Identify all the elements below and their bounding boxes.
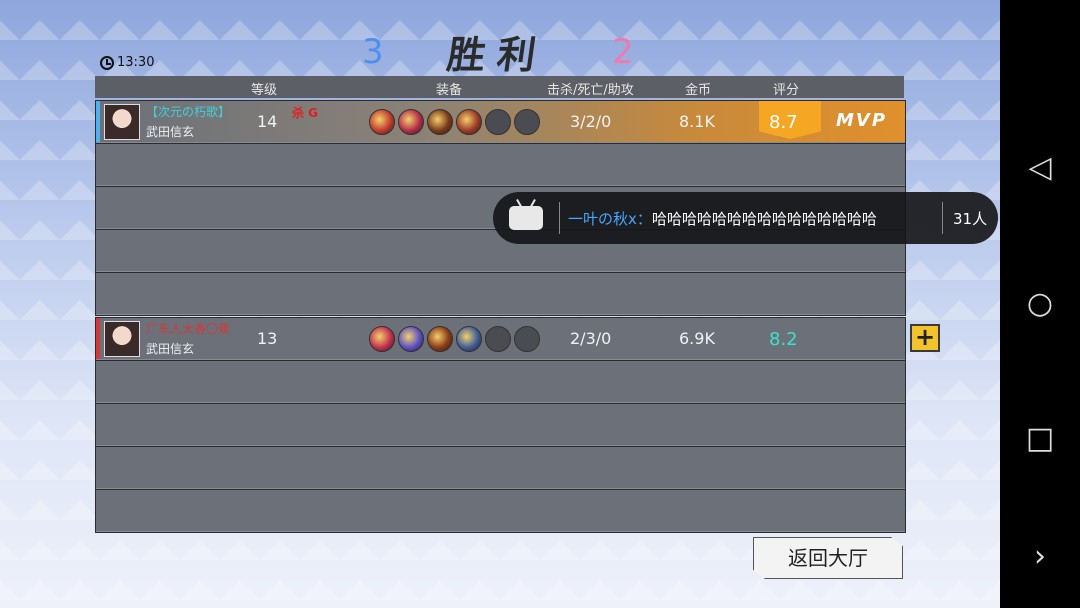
kill-badge-text: 杀 G [292,106,319,120]
score-left: 3 [362,32,384,72]
team-color-bar [96,101,100,142]
team-red-table: 广东人大香〇蕉 武田信玄 13 2/3/0 6.9K 8.2 [95,317,906,533]
equipment-item-icon [398,326,424,352]
empty-item-slot [514,109,540,135]
col-kda: 击杀/死亡/助攻 [547,83,634,98]
player-avatar [104,321,140,357]
equipment-item-icon [369,326,395,352]
empty-slot-row [96,144,905,186]
mvp-label: MVP [836,110,888,131]
clock-icon [100,55,114,70]
player-gold: 8.1K [679,112,715,131]
player-level: 14 [257,112,278,131]
return-lobby-button[interactable]: 返回大厅 [753,537,903,579]
empty-slot-row [96,361,905,403]
player-row[interactable]: 广东人大香〇蕉 武田信玄 13 2/3/0 6.9K 8.2 [96,318,905,360]
equipment-item-icon [456,109,482,135]
danmaku-popup[interactable]: 一叶の秋x：哈哈哈哈哈哈哈哈哈哈哈哈哈哈哈 31人 [493,192,998,244]
empty-slot-row [96,447,905,489]
player-name: 广东人大香〇蕉 [146,322,231,336]
danmaku-user: 一叶の秋x： [568,210,652,228]
player-rating: 8.7 [769,112,798,133]
hero-name: 武田信玄 [146,125,195,139]
bilibili-tv-icon [509,206,543,230]
clock-time: 13:30 [117,55,155,70]
android-nav-bar: ◁ ○ □ › [1000,0,1080,608]
col-equipment: 装备 [436,83,463,98]
divider [942,202,943,234]
table-header: 等级 装备 击杀/死亡/助攻 金币 评分 [95,76,904,98]
player-avatar [104,104,140,140]
equipment-item-icon [398,109,424,135]
equipment-list [369,109,540,135]
col-rating: 评分 [773,83,800,98]
divider [559,202,560,234]
player-kda: 3/2/0 [570,112,612,131]
equipment-item-icon [427,109,453,135]
player-kda: 2/3/0 [570,329,612,348]
player-row[interactable]: 【次元の朽歌】 武田信玄 14 杀 G 3/2/0 8.1K 8.7 MVP [96,101,905,143]
home-nav-icon[interactable]: ○ [1022,286,1058,322]
empty-slot-row [96,490,905,532]
more-nav-icon[interactable]: › [1022,539,1058,575]
team-color-bar [96,318,100,359]
viewer-count: 31人 [953,210,988,228]
empty-item-slot [485,326,511,352]
danmaku-message: 一叶の秋x：哈哈哈哈哈哈哈哈哈哈哈哈哈哈哈 [568,208,877,229]
equipment-item-icon [456,326,482,352]
back-nav-icon[interactable]: ◁ [1022,150,1058,186]
hero-name: 武田信玄 [146,342,195,356]
score-right: 2 [612,32,634,72]
col-level: 等级 [251,83,278,98]
player-gold: 6.9K [679,329,715,348]
empty-slot-row [96,273,905,315]
result-title: 胜利 [444,33,551,77]
player-rating: 8.2 [769,329,798,350]
empty-item-slot [485,109,511,135]
add-friend-button[interactable]: + [910,324,940,352]
match-clock: 13:30 [100,55,154,70]
equipment-list [369,326,540,352]
recents-nav-icon[interactable]: □ [1022,421,1058,457]
kill-badge: 杀 G [292,104,318,121]
equipment-item-icon [369,109,395,135]
col-gold: 金币 [685,83,712,98]
equipment-item-icon [427,326,453,352]
empty-slot-row [96,404,905,446]
empty-item-slot [514,326,540,352]
danmaku-text: 哈哈哈哈哈哈哈哈哈哈哈哈哈哈哈 [651,210,877,228]
player-name: 【次元の朽歌】 [146,105,231,119]
player-level: 13 [257,329,278,348]
